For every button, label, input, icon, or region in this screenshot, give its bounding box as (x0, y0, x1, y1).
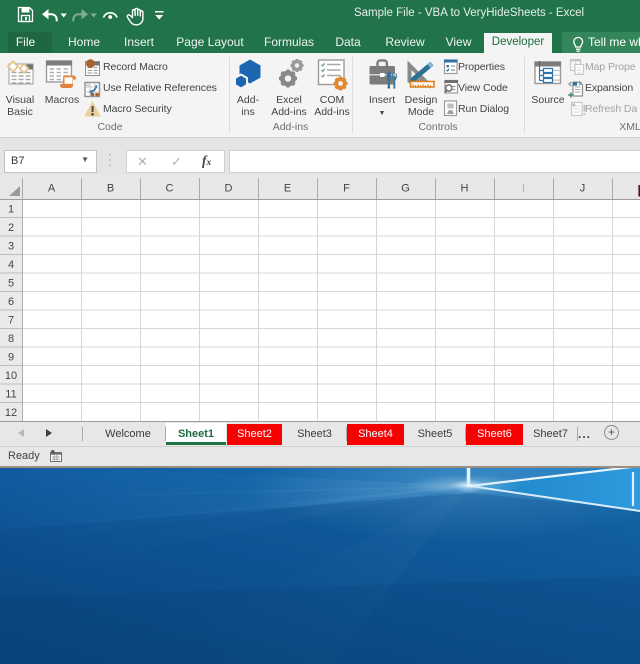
svg-text:2: 2 (8, 222, 14, 234)
svg-text:A: A (48, 183, 56, 195)
svg-text:12: 12 (5, 407, 17, 419)
svg-text:B: B (107, 183, 114, 195)
svg-text:D: D (225, 183, 233, 195)
svg-text:C: C (166, 183, 174, 195)
svg-text:H: H (461, 183, 469, 195)
svg-text:9: 9 (8, 352, 14, 364)
svg-text:F: F (343, 183, 350, 195)
svg-text:8: 8 (8, 333, 14, 345)
svg-text:6: 6 (8, 296, 14, 308)
svg-text:5: 5 (8, 278, 14, 290)
svg-text:1: 1 (8, 204, 14, 216)
svg-text:E: E (284, 183, 291, 195)
svg-text:7: 7 (8, 315, 14, 327)
svg-text:11: 11 (5, 389, 16, 401)
svg-text:J: J (580, 183, 586, 195)
svg-text:3: 3 (8, 241, 14, 253)
svg-text:G: G (401, 183, 410, 195)
svg-text:4: 4 (8, 259, 14, 271)
svg-text:I: I (522, 183, 525, 195)
svg-text:10: 10 (5, 370, 17, 382)
